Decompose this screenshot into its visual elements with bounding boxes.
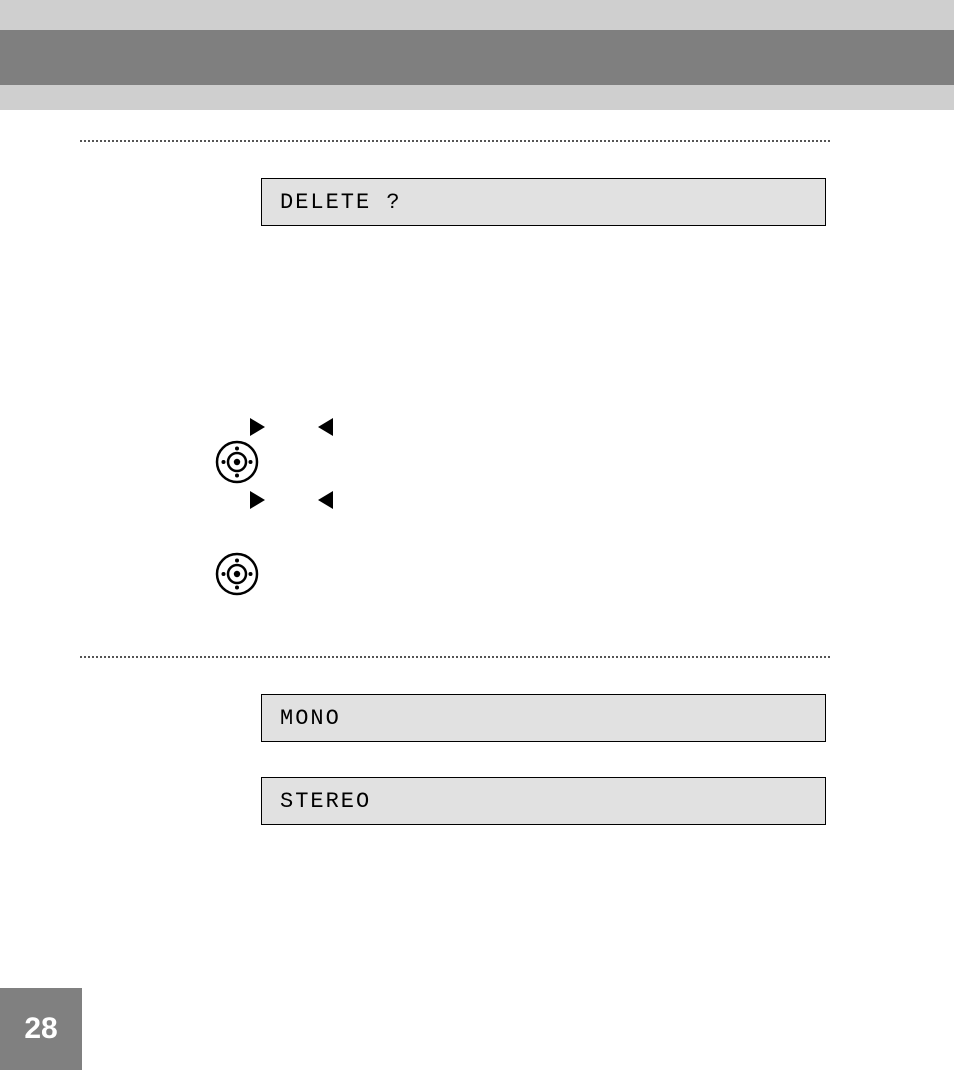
lcd-text: STEREO <box>280 789 371 814</box>
lcd-display-delete: DELETE ? <box>261 178 826 226</box>
lcd-text: MONO <box>280 706 341 731</box>
header-light-top <box>0 0 954 30</box>
jog-knob-icon <box>215 440 259 484</box>
triangle-right-icon <box>250 491 265 509</box>
lcd-display-mono: MONO <box>261 694 826 742</box>
header-light-bottom <box>0 85 954 110</box>
page-number-value: 28 <box>24 1012 57 1046</box>
header-dark-bar <box>0 30 954 85</box>
lcd-text: DELETE ? <box>280 190 402 215</box>
page-number: 28 <box>0 988 82 1070</box>
triangle-left-icon <box>318 418 333 436</box>
section-divider <box>80 656 830 658</box>
triangle-right-icon <box>250 418 265 436</box>
lcd-display-stereo: STEREO <box>261 777 826 825</box>
section-divider <box>80 140 830 142</box>
triangle-left-icon <box>318 491 333 509</box>
jog-knob-icon <box>215 552 259 596</box>
